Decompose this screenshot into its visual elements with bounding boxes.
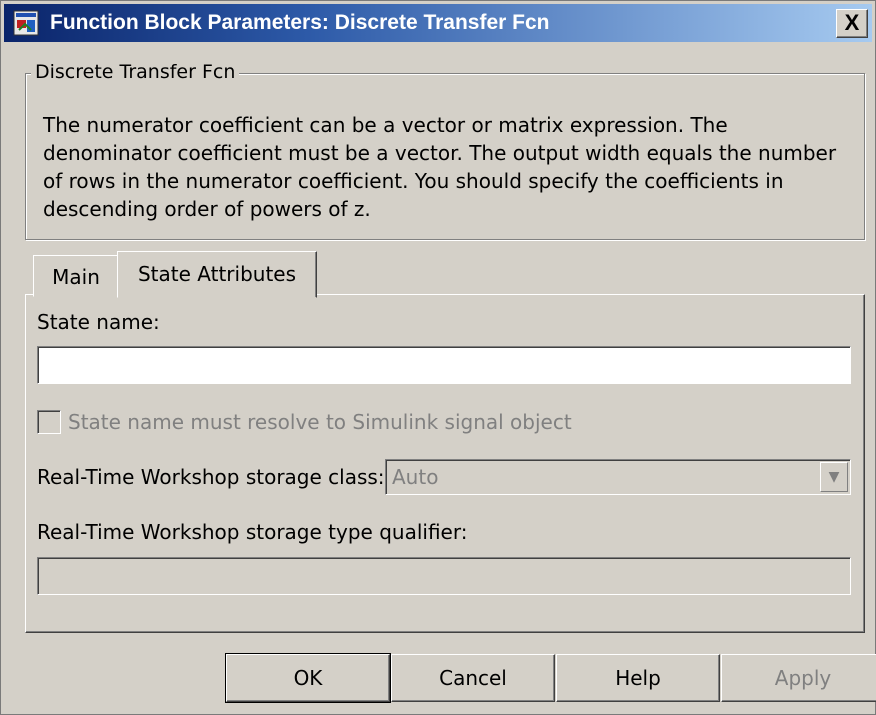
resolve-signal-label: State name must resolve to Simulink sign… [68, 410, 572, 434]
storage-class-value: Auto [392, 465, 439, 489]
type-qualifier-label: Real-Time Workshop storage type qualifie… [37, 520, 468, 544]
ok-button[interactable]: OK [225, 653, 391, 703]
apply-button[interactable]: Apply [721, 654, 876, 702]
window-title: Function Block Parameters: Discrete Tran… [50, 11, 550, 34]
state-name-label: State name: [37, 310, 160, 334]
type-qualifier-input[interactable] [37, 557, 851, 595]
storage-class-label: Real-Time Workshop storage class: [37, 465, 385, 489]
tab-state-attributes[interactable]: State Attributes [117, 251, 317, 298]
tab-main[interactable]: Main [33, 255, 119, 297]
state-name-input[interactable] [37, 346, 851, 384]
groupbox-legend: Discrete Transfer Fcn [31, 61, 240, 83]
close-button[interactable]: X [836, 9, 868, 38]
title-bar[interactable]: Function Block Parameters: Discrete Tran… [4, 4, 872, 42]
cancel-button[interactable]: Cancel [391, 654, 555, 702]
resolve-signal-checkbox[interactable] [37, 410, 61, 434]
dialog-window: Function Block Parameters: Discrete Tran… [0, 0, 876, 715]
simulink-block-icon [13, 10, 39, 36]
chevron-down-icon[interactable]: ▼ [820, 462, 848, 492]
help-button[interactable]: Help [556, 654, 720, 702]
storage-class-select[interactable]: Auto ▼ [385, 459, 851, 495]
block-description: The numerator coefficient can be a vecto… [43, 113, 837, 221]
